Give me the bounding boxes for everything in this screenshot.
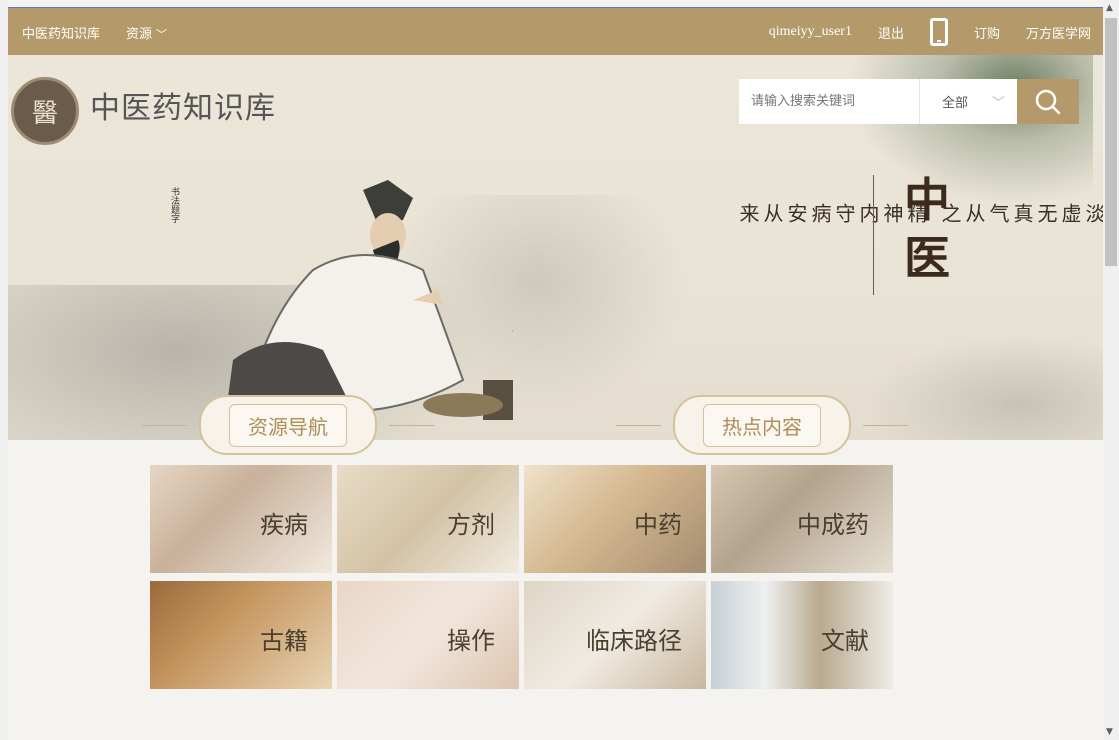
tile-disease[interactable]: 疾病	[150, 465, 332, 573]
poem-char: 守	[832, 203, 856, 225]
poem-char: 无	[1034, 203, 1058, 225]
poem-char: 神	[880, 203, 904, 225]
chevron-down-icon: ﹀	[156, 27, 168, 41]
divider	[389, 424, 434, 426]
search-input[interactable]	[739, 79, 919, 124]
username-link[interactable]: qimeiyy_user1	[769, 24, 852, 40]
banner-title-char: 医	[904, 231, 950, 285]
tile-patent-medicine[interactable]: 中成药	[711, 465, 893, 573]
divider	[142, 424, 187, 426]
search-bar: 全部 ﹀	[739, 79, 1079, 124]
browser-viewport: 中医药知识库 资源 ﹀ qimeiyy_user1 退出 订购 万方医学网 书法…	[0, 0, 1103, 740]
tile-ancient-books[interactable]: 古籍	[150, 581, 332, 689]
resource-nav-heading: 资源导航	[142, 395, 434, 455]
poem-column: 精神内守病安从来	[736, 203, 928, 225]
tile-label: 操作	[447, 627, 495, 655]
scroll-up-arrow-icon[interactable]: ▲	[1106, 3, 1113, 13]
poem-char: 气	[986, 203, 1010, 225]
poem-char: 真	[1010, 203, 1034, 225]
tile-prescription[interactable]: 方剂	[337, 465, 519, 573]
poem-char: 从	[962, 203, 986, 225]
resource-nav-label: 资源导航	[229, 403, 347, 447]
search-icon	[1035, 89, 1061, 114]
tile-label: 临床路径	[586, 627, 682, 655]
scrollbar-thumb[interactable]	[1105, 18, 1117, 266]
poem-char: 安	[784, 203, 808, 225]
poem-char: 虚	[1058, 203, 1082, 225]
tile-label: 中成药	[797, 511, 869, 539]
resource-nav-badge: 资源导航	[199, 395, 377, 455]
site-title: 中医药知识库	[90, 91, 276, 126]
divider	[616, 424, 661, 426]
tile-label: 方剂	[447, 511, 495, 539]
tile-label: 中药	[634, 511, 682, 539]
tile-literature[interactable]: 文献	[711, 581, 893, 689]
top-nav-bar: 中医药知识库 资源 ﹀ qimeiyy_user1 退出 订购 万方医学网	[8, 7, 1103, 56]
tile-label: 古籍	[260, 627, 308, 655]
poem-char: 内	[856, 203, 880, 225]
wanfang-link[interactable]: 万方医学网	[1026, 23, 1091, 42]
divider	[863, 424, 908, 426]
banner-title-char: 中	[904, 173, 950, 227]
calligraphy-inscription: 书法题字	[168, 187, 179, 307]
poem-char: 从	[760, 203, 784, 225]
poem-divider	[873, 175, 874, 295]
calligraphy-text: 书法题字	[169, 187, 179, 223]
hot-content-badge: 热点内容	[673, 395, 851, 455]
resources-menu[interactable]: 资源 ﹀	[126, 23, 167, 42]
mobile-phone-icon[interactable]	[929, 18, 948, 46]
logo-char: 醫	[31, 98, 58, 129]
resources-menu-label: 资源	[126, 26, 153, 42]
hot-content-heading: 热点内容	[616, 395, 908, 455]
poem-char: 病	[808, 203, 832, 225]
chevron-down-icon: ﹀	[991, 96, 1005, 111]
subscribe-link[interactable]: 订购	[974, 23, 1000, 42]
banner-title: 中 医	[904, 171, 950, 287]
search-button[interactable]	[1017, 79, 1079, 124]
scroll-down-arrow-icon[interactable]: ▼	[1106, 727, 1113, 737]
hot-content-label: 热点内容	[703, 403, 821, 447]
poem-char: 淡	[1082, 203, 1103, 225]
vertical-scrollbar[interactable]: ▲ ▼	[1103, 0, 1119, 740]
search-scope-dropdown[interactable]: 全部 ﹀	[919, 79, 1017, 124]
hero-banner: 书法题字 醫 中医药知识库 全部 ﹀ 虚邪贼风避之有时 恬	[8, 55, 1103, 440]
tile-label: 文献	[821, 627, 869, 655]
tile-herb[interactable]: 中药	[524, 465, 706, 573]
logout-link[interactable]: 退出	[878, 23, 904, 42]
search-scope-value: 全部	[942, 96, 969, 111]
tile-clinical-pathway[interactable]: 临床路径	[524, 581, 706, 689]
site-logo[interactable]: 醫	[11, 77, 79, 145]
tile-procedures[interactable]: 操作	[337, 581, 519, 689]
poem-char: 来	[736, 203, 760, 225]
resource-tiles-grid: 疾病 方剂 中药 中成药 古籍 操作 临床路径 文献	[150, 465, 893, 689]
home-link[interactable]: 中医药知识库	[22, 23, 100, 42]
poem-column: 恬淡虚无真气从之	[938, 203, 1103, 225]
tile-label: 疾病	[260, 511, 308, 539]
